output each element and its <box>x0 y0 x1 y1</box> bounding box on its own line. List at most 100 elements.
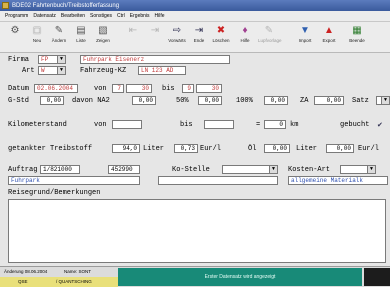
back-icon: ⇤ <box>128 25 138 36</box>
bis-label: bis <box>162 85 175 93</box>
kz-label: Fahrzeug-KZ <box>80 67 127 75</box>
oel-field[interactable]: 0,00 <box>264 144 290 153</box>
firma-label: Firma <box>8 56 30 64</box>
window-title: BDE02 Fahrtenbuch/Treibstofferfassung <box>12 2 120 9</box>
list-button[interactable]: ▤ Liste <box>70 24 92 50</box>
firma-select[interactable]: FP ▼ <box>38 55 66 64</box>
kz-field[interactable]: LN 123 AD <box>138 66 186 75</box>
status-bar: Änderung 08.06.2004 Name: SONT QSE / QUA… <box>0 266 390 287</box>
satz-label: Satz <box>352 97 369 105</box>
title-bar: BDE02 Fahrtenbuch/Treibstofferfassung <box>0 0 390 11</box>
km-equals: = <box>256 121 261 129</box>
new-icon: ◻ <box>32 25 42 36</box>
exit-button[interactable]: ▦ Beende <box>342 24 372 50</box>
status-dept: / QUANTSCHING <box>56 279 92 284</box>
end-icon: ⇥ <box>194 25 204 36</box>
reisegrund-label: Reisegrund/Bemerkungen <box>8 189 101 197</box>
oel-preis-field[interactable]: 0,00 <box>326 144 354 153</box>
kostenart-select[interactable]: ▼ <box>340 165 376 174</box>
status-aenderung: Änderung 08.06.2004 <box>4 269 48 274</box>
auftrag2-field[interactable]: 452990 <box>108 165 140 174</box>
status-message: Erster Datensatz wird angezeigt <box>118 268 362 286</box>
satz-select[interactable]: ▼ <box>376 96 390 105</box>
menu-sonstiges[interactable]: Sonstiges <box>90 13 112 19</box>
app-icon <box>2 2 9 9</box>
p100-field[interactable]: 0,00 <box>264 96 288 105</box>
p100-label: 100% <box>236 97 253 105</box>
auftrag-field[interactable]: 1/821000 <box>40 165 80 174</box>
gstd-field[interactable]: 0,00 <box>40 96 64 105</box>
gebucht-checkbox[interactable]: ✔ <box>377 121 383 130</box>
reisegrund-textarea[interactable] <box>8 199 386 263</box>
art-label: Art <box>22 67 35 75</box>
edit-icon: ✎ <box>54 25 64 36</box>
kostelle-desc-field <box>158 176 278 185</box>
za-label: ZA <box>300 97 309 105</box>
bis-minute-field[interactable]: 30 <box>196 84 222 93</box>
import-icon: ▼ <box>300 25 310 36</box>
status-name: Name: SONT <box>64 269 92 274</box>
help-icon: ♦ <box>242 25 248 36</box>
import-button[interactable]: ▼ Import <box>294 24 316 50</box>
new-button[interactable]: ◻ Neu <box>26 24 48 50</box>
menu-bearbeiten[interactable]: Bearbeiten <box>61 13 85 19</box>
gstd-label: G-Std <box>8 97 30 105</box>
exit-icon: ▦ <box>352 25 362 36</box>
chevron-down-icon: ▼ <box>269 166 277 173</box>
edit-button[interactable]: ✎ Ändern <box>48 24 70 50</box>
next-button[interactable]: ⇨ Vorwärts <box>166 24 188 50</box>
forward-icon: ⇥ <box>150 25 160 36</box>
na2-field[interactable]: 0,00 <box>132 96 156 105</box>
menu-ergebnis[interactable]: Ergebnis <box>130 13 150 19</box>
show-icon: ▧ <box>98 25 108 36</box>
chevron-down-icon: ▼ <box>57 56 65 63</box>
menu-bar: Programm Datensatz Bearbeiten Sonstiges … <box>0 11 390 22</box>
preis-field[interactable]: 0,73 <box>174 144 198 153</box>
oel-eurl-label: Eur/l <box>358 145 380 153</box>
bis-hour-field[interactable]: 9 <box>182 84 194 93</box>
eurl-label: Eur/l <box>200 145 222 153</box>
km-von-field[interactable] <box>112 120 142 129</box>
km-label: Kilometerstand <box>8 121 67 129</box>
record-button[interactable]: ⚙ <box>4 24 26 50</box>
menu-ctrl[interactable]: Ctrl <box>117 13 125 19</box>
km-von-label: von <box>94 121 107 129</box>
liter-label: Liter <box>143 145 165 153</box>
show-button[interactable]: ▧ Zeigen <box>92 24 114 50</box>
export-icon: ▲ <box>324 25 334 36</box>
end-button[interactable]: ⇥ Ende <box>188 24 210 50</box>
template-button[interactable]: ✎ Lupfvorlage <box>258 24 282 50</box>
treibstoff-label: getankter Treibstoff <box>8 145 93 153</box>
km-bis-field[interactable] <box>204 120 234 129</box>
treibstoff-field[interactable]: 94,0 <box>112 144 140 153</box>
kostelle-select[interactable]: ▼ <box>222 165 278 174</box>
na2-label: davon NA2 <box>72 97 110 105</box>
menu-hilfe[interactable]: Hilfe <box>155 13 165 19</box>
toolbar: ⚙ ◻ Neu ✎ Ändern ▤ Liste ▧ Zeigen ⇤ ⇥ ⇨ Vorwä… <box>0 22 390 53</box>
back-button[interactable]: ⇤ <box>122 24 144 50</box>
chevron-down-icon: ▼ <box>57 67 65 74</box>
menu-programm[interactable]: Programm <box>5 13 28 19</box>
km-bis-label: bis <box>180 121 193 129</box>
menu-datensatz[interactable]: Datensatz <box>33 13 56 19</box>
art-select[interactable]: W ▼ <box>38 66 66 75</box>
von-hour-field[interactable]: 7 <box>112 84 124 93</box>
p50-field[interactable]: 0,00 <box>198 96 222 105</box>
kostenart-desc-field: allgemeine Materialk <box>288 176 388 185</box>
von-minute-field[interactable]: 30 <box>126 84 152 93</box>
gebucht-label: gebucht <box>340 121 370 129</box>
datum-field[interactable]: 02.06.2004 <box>34 84 78 93</box>
record-icon: ⚙ <box>10 25 20 36</box>
km-result-field: 0 <box>264 120 286 129</box>
list-icon: ▤ <box>76 25 86 36</box>
forward-button[interactable]: ⇥ <box>144 24 166 50</box>
export-button[interactable]: ▲ Export <box>318 24 340 50</box>
km-unit-label: km <box>290 121 299 129</box>
datum-label: Datum <box>8 85 30 93</box>
entry-form: Firma FP ▼ Fuhrpark Eisenerz Art W ▼ Fah… <box>0 53 390 266</box>
za-field[interactable]: 0,00 <box>314 96 344 105</box>
next-icon: ⇨ <box>172 25 182 36</box>
help-button[interactable]: ♦ Hilfe <box>234 24 256 50</box>
delete-button[interactable]: ✖ Löschen <box>210 24 232 50</box>
oel-liter-label: Liter <box>296 145 318 153</box>
